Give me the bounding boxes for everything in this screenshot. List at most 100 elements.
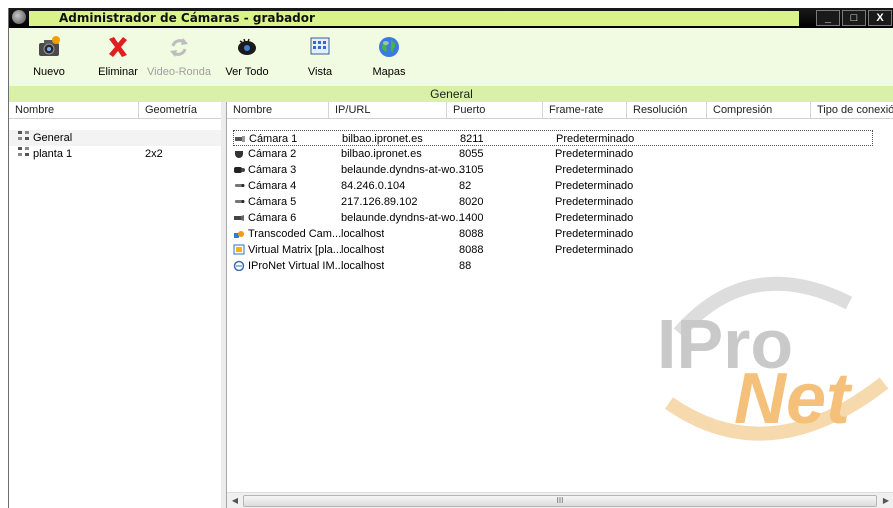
transcoded-camera-icon [234, 231, 244, 238]
scrollbar-thumb[interactable]: III [243, 495, 877, 507]
ipronet-watermark-logo: IPro Net [657, 276, 889, 441]
cell-name: Cámara 3 [233, 162, 296, 178]
delete-button[interactable]: Eliminar [93, 32, 143, 84]
cell-ip: localhost [341, 228, 385, 240]
cell-port: 3105 [459, 164, 484, 176]
virtual-matrix-icon [233, 244, 245, 255]
camera-name: Cámara 3 [248, 164, 297, 176]
camera-group-icon [18, 147, 29, 156]
toolbar: Nuevo Eliminar Video-Ronda Ver Todo Vist… [9, 28, 893, 87]
cell-name: Cámara 6 [233, 210, 296, 226]
horizontal-scrollbar[interactable]: ◀ III ▶ [227, 492, 893, 508]
cell-ip: localhost [341, 244, 385, 256]
tree-column-name[interactable]: Nombre [9, 102, 139, 119]
tree-item-label: planta 1 [33, 148, 73, 160]
tree-item-geometry: 2x2 [145, 148, 163, 160]
cell-framerate: Predeterminado [555, 196, 634, 208]
bullet-camera-icon [235, 184, 245, 187]
cell-framerate: Predeterminado [556, 133, 635, 145]
column-header-name[interactable]: Nombre [227, 102, 329, 119]
table-row[interactable]: Cámara 3 belaunde.dyndns-at-wo... 3105 Pred… [233, 162, 873, 178]
cell-framerate: Predeterminado [555, 228, 634, 240]
column-header-port[interactable]: Puerto [447, 102, 543, 119]
cell-port: 8088 [459, 244, 484, 256]
cell-ip: localhost [341, 260, 385, 272]
box-camera-icon [234, 215, 244, 221]
camera-new-icon [39, 36, 60, 56]
table-row[interactable]: Cámara 1 bilbao.ipronet.es 8211 Predetermin… [233, 130, 873, 146]
table-row[interactable]: Transcoded Cam... localhost 8088 Predetermi… [233, 226, 873, 242]
tree-item-label: General [33, 132, 73, 144]
maps-button-label: Mapas [372, 66, 406, 78]
tree-item-planta-1[interactable]: planta 1 2x2 [9, 146, 221, 162]
cell-ip: belaunde.dyndns-at-wo... [341, 212, 465, 224]
cell-port: 8020 [459, 196, 484, 208]
table-row[interactable]: Cámara 6 belaunde.dyndns-at-wo... 1400 Pred… [233, 210, 873, 226]
cell-ip: bilbao.ipronet.es [341, 148, 422, 160]
camera-name: Cámara 2 [248, 148, 297, 160]
column-header-ip[interactable]: IP/URL [329, 102, 447, 119]
camera-name: Transcoded Cam... [248, 228, 342, 240]
column-header-connection-type[interactable]: Tipo de conexión [811, 102, 893, 119]
new-button-label: Nuevo [33, 66, 65, 78]
title-bar[interactable]: Administrador de Cámaras - grabador _ □ … [9, 8, 893, 28]
bullet-camera-icon [235, 200, 245, 203]
camera-name: IProNet Virtual IM... [248, 260, 344, 272]
cell-name: Cámara 2 [233, 146, 296, 162]
cell-framerate: Predeterminado [555, 244, 634, 256]
cell-framerate: Predeterminado [555, 180, 634, 192]
group-tree-pane: Nombre Geometría General planta 1 2x2 [9, 102, 222, 508]
globe-icon [379, 37, 399, 57]
view-button-label: Vista [307, 66, 333, 78]
camera-group-icon [18, 131, 29, 140]
watermark-text-net: Net [734, 359, 853, 439]
cell-port: 82 [459, 180, 472, 192]
column-header-framerate[interactable]: Frame-rate [543, 102, 627, 119]
cell-port: 8055 [459, 148, 484, 160]
scroll-left-arrow-icon[interactable]: ◀ [228, 494, 242, 507]
column-header-compression[interactable]: Compresión [707, 102, 811, 119]
camera-name: Cámara 4 [248, 180, 297, 192]
cell-ip: 84.246.0.104 [341, 180, 406, 192]
cell-ip: bilbao.ipronet.es [342, 133, 423, 145]
view-button[interactable]: Vista [305, 32, 335, 84]
cell-name: Virtual Matrix [pla... [233, 242, 342, 258]
camera-manager-window: Administrador de Cámaras - grabador _ □ … [8, 8, 893, 508]
cell-port: 8088 [459, 228, 484, 240]
view-all-button-label: Ver Todo [225, 66, 269, 78]
maps-button[interactable]: Mapas [371, 32, 407, 84]
column-header-resolution[interactable]: Resolución [627, 102, 707, 119]
tree-item-general[interactable]: General [9, 130, 221, 146]
maximize-button[interactable]: □ [842, 10, 866, 26]
table-row[interactable]: Cámara 2 bilbao.ipronet.es 8055 Predetermin… [233, 146, 873, 162]
table-row[interactable]: Virtual Matrix [pla... localhost 8088 Prede… [233, 242, 873, 258]
camera-name: Cámara 6 [248, 212, 297, 224]
table-row[interactable]: Cámara 5 217.126.89.102 8020 Predeterminado [233, 194, 873, 210]
table-row[interactable]: Cámara 4 84.246.0.104 82 Predeterminado [233, 178, 873, 194]
minimize-button[interactable]: _ [816, 10, 840, 26]
cell-port: 88 [459, 260, 472, 272]
app-icon [12, 10, 26, 24]
camera-name: Virtual Matrix [pla... [248, 244, 342, 256]
cell-port: 1400 [459, 212, 484, 224]
cell-name: Transcoded Cam... [233, 226, 341, 242]
tree-column-geometry[interactable]: Geometría [139, 102, 221, 119]
cell-name: Cámara 1 [234, 131, 297, 147]
view-all-button[interactable]: Ver Todo [225, 32, 269, 84]
new-button[interactable]: Nuevo [29, 32, 69, 84]
scrollbar-grip: III [556, 496, 564, 505]
cell-ip: 217.126.89.102 [341, 196, 418, 208]
close-button[interactable]: X [868, 10, 892, 26]
dome-camera-icon [235, 151, 243, 158]
video-tour-button[interactable]: Video-Ronda [147, 32, 211, 84]
black-camera-icon [234, 167, 245, 173]
camera-name: Cámara 1 [249, 133, 298, 145]
ptz-camera-icon [235, 136, 245, 142]
grid-view-icon [310, 37, 330, 55]
cell-name: IProNet Virtual IM... [233, 258, 344, 274]
eye-icon [238, 38, 256, 55]
cell-ip: belaunde.dyndns-at-wo... [341, 164, 465, 176]
group-header: General [9, 86, 893, 103]
window-title: Administrador de Cámaras - grabador [29, 11, 799, 26]
scroll-right-arrow-icon[interactable]: ▶ [879, 494, 893, 507]
